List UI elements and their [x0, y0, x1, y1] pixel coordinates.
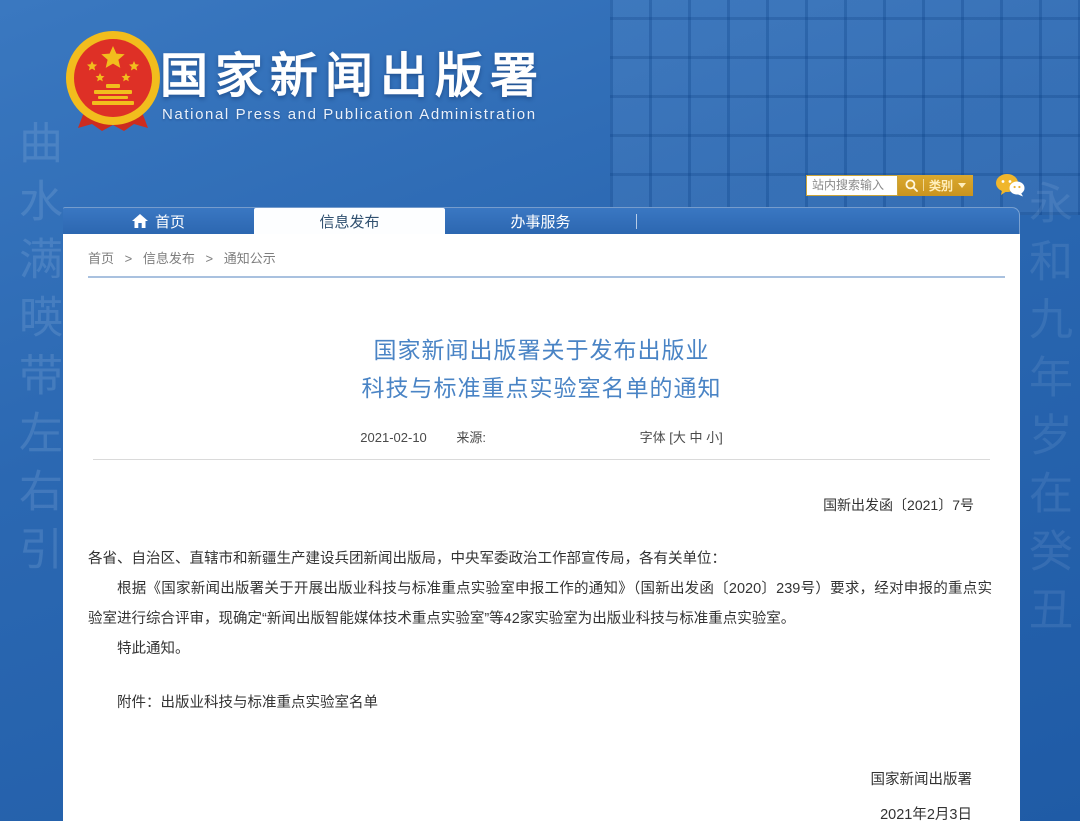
nav-item-label: 信息发布: [319, 211, 379, 232]
breadcrumb-separator: >: [206, 251, 214, 266]
search-divider: [923, 179, 924, 191]
home-icon: [132, 214, 148, 228]
document-number: 国新出发函〔2021〕7号: [63, 495, 1020, 515]
breadcrumb: 首页 > 信息发布 > 通知公示: [63, 234, 1020, 267]
meta-divider: [93, 459, 990, 460]
article-body: 各省、自治区、直辖市和新疆生产建设兵团新闻出版局，中央军委政治工作部宣传局，各有…: [88, 544, 992, 664]
nav-item-services[interactable]: 办事服务: [445, 208, 636, 234]
paragraph-recipients: 各省、自治区、直辖市和新疆生产建设兵团新闻出版局，中央军委政治工作部宣传局，各有…: [88, 544, 992, 574]
article-title-line2: 科技与标准重点实验室名单的通知: [63, 369, 1020, 407]
wechat-icon[interactable]: [995, 173, 1025, 197]
signature-date: 2021年2月3日: [63, 803, 1020, 821]
chevron-down-icon: [958, 183, 966, 188]
nav-item-label: 首页: [155, 211, 185, 232]
content-panel: 首页 > 信息发布 > 通知公示 国家新闻出版署关于发布出版业 科技与标准重点实…: [63, 234, 1020, 821]
breadcrumb-separator: >: [125, 251, 133, 266]
search-input[interactable]: [806, 175, 898, 196]
article-meta: 2021-02-10 来源: 字体 [大 中 小]: [63, 427, 1020, 446]
nav-item-label: 办事服务: [510, 211, 570, 232]
paragraph-closing: 特此通知。: [88, 634, 992, 664]
national-emblem-logo[interactable]: [62, 28, 164, 134]
search-icon: [905, 179, 918, 192]
font-size-controls[interactable]: 字体 [大 中 小]: [640, 430, 723, 445]
article-title: 国家新闻出版署关于发布出版业 科技与标准重点实验室名单的通知: [63, 331, 1020, 407]
main-nav: 首页 信息发布 办事服务: [63, 207, 1020, 234]
nav-separator: [636, 214, 637, 229]
breadcrumb-divider: [88, 276, 1005, 278]
breadcrumb-info-release[interactable]: 信息发布: [143, 251, 195, 266]
signature-agency: 国家新闻出版署: [63, 768, 1020, 789]
site-title: 国家新闻出版署: [160, 36, 545, 106]
calligraphy-watermark-right: 永和九年岁在癸丑: [1016, 180, 1076, 821]
article-title-line1: 国家新闻出版署关于发布出版业: [63, 331, 1020, 369]
attachment-line: 附件：出版业科技与标准重点实验室名单: [88, 688, 992, 718]
category-dropdown-label[interactable]: 类别: [929, 177, 953, 194]
search-button[interactable]: 类别: [898, 175, 973, 196]
nav-item-info-release[interactable]: 信息发布: [254, 208, 445, 234]
page: 曲水满暎带左右引 永和九年岁在癸丑 国家新闻出版署 National Press…: [0, 0, 1080, 821]
calligraphy-watermark-left: 曲水满暎带左右引: [6, 120, 66, 821]
breadcrumb-notice[interactable]: 通知公示: [224, 251, 276, 266]
site-search: 类别: [806, 174, 1025, 196]
publish-date: 2021-02-10: [360, 430, 427, 445]
source-label: 来源:: [456, 430, 486, 445]
nav-item-home[interactable]: 首页: [63, 208, 254, 234]
site-subtitle: National Press and Publication Administr…: [162, 106, 537, 123]
breadcrumb-home[interactable]: 首页: [88, 251, 114, 266]
paragraph-main: 根据《国家新闻出版署关于开展出版业科技与标准重点实验室申报工作的通知》（国新出发…: [88, 574, 992, 634]
